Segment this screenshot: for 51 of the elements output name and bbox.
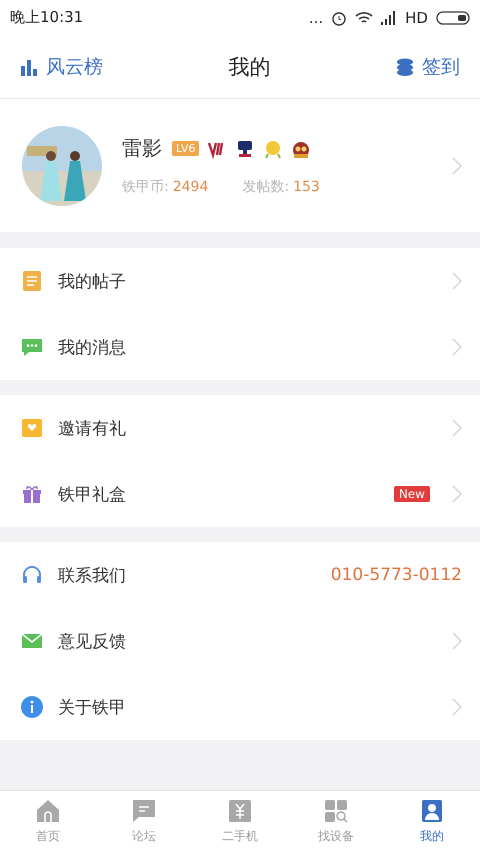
menu-row[interactable]: 我的消息 xyxy=(0,314,480,380)
bar-chart-icon xyxy=(20,58,38,76)
status-time: 晚上10:31 xyxy=(10,8,84,27)
menu-label: 联系我们 xyxy=(58,564,127,586)
chevron-icon xyxy=(452,156,462,174)
menu-row[interactable]: 意见反馈 xyxy=(0,608,480,674)
menu-label: 铁甲礼盒 xyxy=(58,484,127,506)
phone-number: 010-5773-0112 xyxy=(330,565,462,585)
wifi-icon xyxy=(355,10,374,24)
profile-card[interactable]: 雷影 LV6 铁甲币: 2494 发帖数: 153 xyxy=(0,99,480,232)
chevron-icon xyxy=(452,698,462,716)
person-icon xyxy=(419,798,445,824)
network-type: HD xyxy=(405,8,428,26)
document-icon xyxy=(20,269,44,293)
home-icon xyxy=(35,798,61,824)
status-dots: ... xyxy=(308,8,324,26)
chevron-icon xyxy=(452,485,462,503)
coins-label: 铁甲币: xyxy=(122,178,169,196)
chevron-icon xyxy=(452,338,462,356)
medal-icon xyxy=(263,138,284,158)
chevron-icon xyxy=(452,272,462,290)
check-in-button[interactable]: 签到 xyxy=(396,54,460,80)
ranking-button[interactable]: 风云榜 xyxy=(20,54,103,80)
menu-label: 关于铁甲 xyxy=(58,696,127,718)
alarm-icon xyxy=(331,10,348,26)
chat-icon xyxy=(131,798,157,824)
menu-row[interactable]: 铁甲礼盒 New xyxy=(0,461,480,527)
yen-icon xyxy=(227,798,253,824)
chevron-icon xyxy=(452,632,462,650)
menu-label: 意见反馈 xyxy=(58,630,127,652)
menu-row[interactable]: 联系我们 010-5773-0112 xyxy=(0,542,480,608)
menu-row[interactable]: 关于铁甲 xyxy=(0,674,480,740)
menu-label: 我的消息 xyxy=(58,336,127,358)
signal-icon xyxy=(381,10,398,24)
level-badge: LV6 xyxy=(172,141,200,156)
chevron-icon xyxy=(452,419,462,437)
user-name: 雷影 xyxy=(122,135,162,162)
coins-count: 2494 xyxy=(172,179,208,195)
battery-icon xyxy=(436,10,470,24)
posts-count: 153 xyxy=(293,179,320,195)
posts-label: 发帖数: xyxy=(242,178,290,196)
info-icon xyxy=(20,695,44,719)
page-title: 我的 xyxy=(228,54,270,80)
menu-label: 我的帖子 xyxy=(58,270,127,292)
new-badge: New xyxy=(394,486,430,502)
menu-row[interactable]: 邀请有礼 xyxy=(0,395,480,461)
menu-label: 邀请有礼 xyxy=(58,418,127,440)
menu-row[interactable]: 我的帖子 xyxy=(0,248,480,314)
grid-search-icon xyxy=(323,798,349,824)
coin-stack-icon xyxy=(396,58,414,76)
tab-bar-item[interactable]: 我的 xyxy=(384,791,480,852)
